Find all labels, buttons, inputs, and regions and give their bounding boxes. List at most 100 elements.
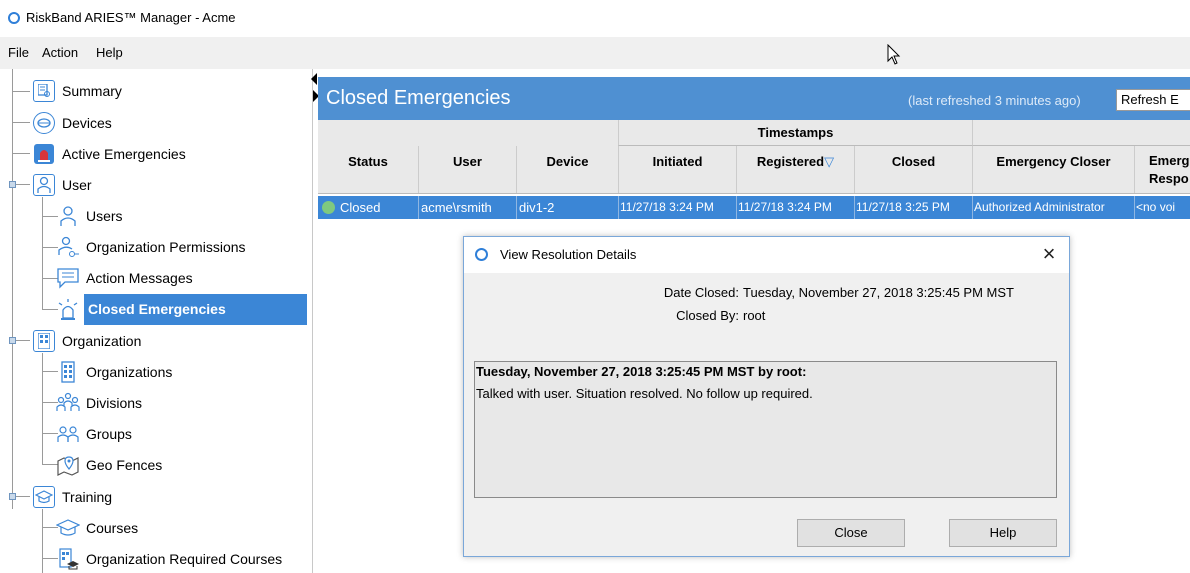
last-refreshed-text: (last refreshed 3 minutes ago) xyxy=(908,93,1081,108)
page-title: Closed Emergencies xyxy=(326,87,511,109)
dialog-app-icon xyxy=(475,248,488,261)
sort-descending-icon: ▽ xyxy=(824,154,835,169)
tree-item-user[interactable]: User xyxy=(32,169,92,200)
tree-item-label: Geo Fences xyxy=(86,456,163,473)
column-initiated[interactable]: Initiated xyxy=(618,146,736,193)
cell-device: div1-2 xyxy=(516,196,618,219)
date-closed-label: Date Closed: xyxy=(663,285,739,300)
tree-item-organization[interactable]: Organization xyxy=(32,325,141,356)
tree-item-label: Divisions xyxy=(86,394,143,411)
course-cap-icon xyxy=(55,516,81,540)
divisions-icon xyxy=(56,391,80,415)
required-courses-icon xyxy=(56,547,80,571)
cell-initiated: 11/27/18 3:24 PM xyxy=(618,196,736,219)
permissions-key-icon xyxy=(56,235,80,259)
closed-emergency-icon xyxy=(56,298,80,322)
menu-bar: File Action Help xyxy=(0,37,1190,69)
closed-by-label: Closed By: xyxy=(676,308,739,323)
tree-item-label: Active Emergencies xyxy=(62,145,186,162)
user-collapse-toggle[interactable] xyxy=(9,181,16,188)
menu-action[interactable]: Action xyxy=(42,45,78,60)
tree-item-label: Devices xyxy=(62,114,112,131)
column-responder-line1: Emerg xyxy=(1149,153,1190,168)
resolution-details-dialog: View Resolution Details × Date Closed: T… xyxy=(463,236,1070,557)
empty-group-header xyxy=(972,120,1190,146)
menu-file[interactable]: File xyxy=(8,45,29,60)
device-band-icon xyxy=(32,111,56,135)
tree-item-label: Courses xyxy=(86,519,139,536)
mouse-cursor-icon xyxy=(887,44,901,65)
refresh-button[interactable]: Refresh E xyxy=(1116,89,1190,111)
tree-item-active-emergencies[interactable]: Active Emergencies xyxy=(32,138,186,169)
status-closed-dot-icon xyxy=(322,201,335,214)
tree-item-devices[interactable]: Devices xyxy=(32,107,112,138)
content-header: Closed Emergencies (last refreshed 3 min… xyxy=(318,77,1190,120)
cell-emergency-closer: Authorized Administrator xyxy=(972,196,1134,219)
tree-item-users[interactable]: Users xyxy=(56,200,123,231)
tree-item-label: User xyxy=(62,176,92,193)
resolution-notes-area[interactable]: Tuesday, November 27, 2018 3:25:45 PM MS… xyxy=(474,361,1057,498)
tree-item-label: Organization xyxy=(62,332,142,349)
tree-item-label: Users xyxy=(86,207,123,224)
timestamps-group-header: Timestamps xyxy=(618,120,972,146)
tree-item-groups[interactable]: Groups xyxy=(56,418,132,449)
closed-by-value: root xyxy=(743,308,766,323)
note-body: Talked with user. Situation resolved. No… xyxy=(476,386,813,401)
organization-building-icon xyxy=(32,329,56,353)
tree-item-action-messages[interactable]: Action Messages xyxy=(56,262,193,293)
training-cap-icon xyxy=(32,485,56,509)
column-registered-label: Registered xyxy=(756,154,825,169)
tree-item-organizations[interactable]: Organizations xyxy=(56,356,172,387)
tree-item-label: Organization Permissions xyxy=(86,238,246,255)
column-emergency-closer[interactable]: Emergency Closer xyxy=(972,146,1134,193)
cell-registered: 11/27/18 3:24 PM xyxy=(736,196,854,219)
tree-item-summary[interactable]: Summary xyxy=(32,75,122,106)
date-closed-value: Tuesday, November 27, 2018 3:25:45 PM MS… xyxy=(743,285,1014,300)
column-responder-line2: Respo xyxy=(1149,171,1189,186)
tree-item-divisions[interactable]: Divisions xyxy=(56,387,142,418)
organizations-icon xyxy=(56,360,80,384)
tree-item-label: Training xyxy=(62,488,113,505)
cell-responder: <no voi xyxy=(1134,196,1190,219)
dialog-titlebar[interactable]: View Resolution Details × xyxy=(464,237,1069,273)
close-button[interactable]: Close xyxy=(797,519,905,547)
column-user[interactable]: User xyxy=(418,146,516,193)
tree-item-label: Organization Required Courses xyxy=(86,550,283,567)
tree-item-closed-emergencies[interactable]: Closed Emergencies xyxy=(56,294,230,325)
tree-item-courses[interactable]: Courses xyxy=(55,512,139,543)
tree-item-label: Summary xyxy=(62,82,122,99)
cell-status: Closed xyxy=(318,196,418,219)
cell-closed: 11/27/18 3:25 PM xyxy=(854,196,972,219)
column-closed[interactable]: Closed xyxy=(854,146,972,193)
message-icon xyxy=(56,266,80,290)
app-logo-icon xyxy=(8,12,20,24)
users-icon xyxy=(56,204,80,228)
tree-item-organization-permissions[interactable]: Organization Permissions xyxy=(56,231,246,262)
organization-collapse-toggle[interactable] xyxy=(9,337,16,344)
tree-item-label: Groups xyxy=(86,425,132,442)
collapse-left-arrow-icon[interactable] xyxy=(311,73,317,85)
navigation-tree: Summary Devices Active Emergencies User … xyxy=(0,69,313,573)
window-titlebar: RiskBand ARIES™ Manager - Acme xyxy=(0,0,1190,37)
tree-item-organization-required-courses[interactable]: Organization Required Courses xyxy=(56,543,282,573)
tree-item-label: Action Messages xyxy=(86,269,193,286)
window-title: RiskBand ARIES™ Manager - Acme xyxy=(26,10,236,25)
help-button[interactable]: Help xyxy=(949,519,1057,547)
column-registered[interactable]: Registered▽ xyxy=(736,146,854,193)
column-device[interactable]: Device xyxy=(516,146,618,193)
table-header: Timestamps Status User Device Initiated … xyxy=(318,120,1190,194)
column-emergency-responder[interactable]: Emerg Respo xyxy=(1134,146,1190,193)
training-collapse-toggle[interactable] xyxy=(9,493,16,500)
geo-fence-map-icon xyxy=(56,453,80,477)
tree-item-training[interactable]: Training xyxy=(32,481,112,512)
summary-icon xyxy=(32,79,56,103)
tree-item-geo-fences[interactable]: Geo Fences xyxy=(56,449,162,480)
table-row[interactable]: Closed acme\rsmith div1-2 11/27/18 3:24 … xyxy=(318,196,1190,219)
note-header: Tuesday, November 27, 2018 3:25:45 PM MS… xyxy=(476,364,807,379)
user-icon xyxy=(32,173,56,197)
menu-help[interactable]: Help xyxy=(96,45,123,60)
groups-icon xyxy=(56,422,80,446)
dialog-title: View Resolution Details xyxy=(500,247,637,262)
column-status[interactable]: Status xyxy=(318,146,418,193)
dialog-close-icon[interactable]: × xyxy=(1037,241,1061,267)
